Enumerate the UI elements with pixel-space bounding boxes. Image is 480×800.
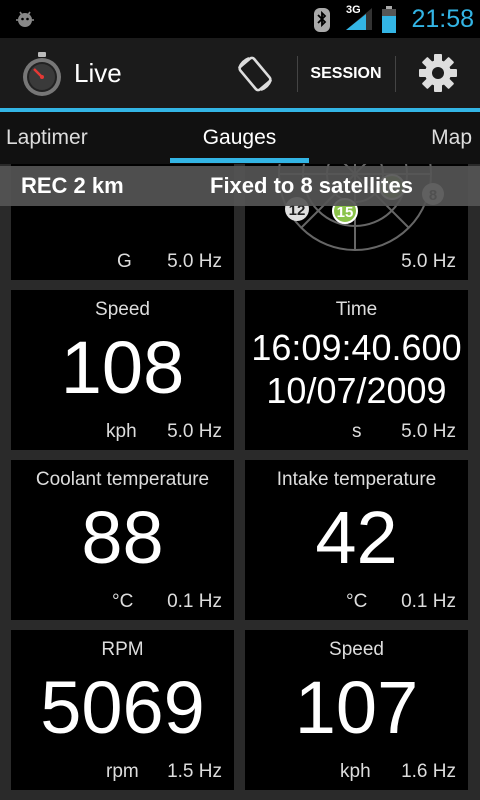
gauge-label: Time	[335, 299, 378, 320]
gauge-label: Speed	[95, 299, 150, 320]
session-button[interactable]: SESSION	[300, 56, 392, 92]
gauge-label: RPM	[101, 639, 144, 660]
recording-status-bar: REC 2 km Fixed to 8 satellites	[0, 166, 480, 206]
gauge-value: 42	[315, 496, 398, 579]
gauge-tile-speed[interactable]: Speed 108 kph 5.0 Hz	[11, 290, 234, 450]
gauge-tile-time[interactable]: Time 16:09:40.600 10/07/2009 s 5.0 Hz	[245, 290, 468, 450]
gauge-value: 107	[294, 666, 419, 749]
gauge-rate: 0.1 Hz	[401, 591, 456, 612]
gauge-label: Intake temperature	[276, 469, 437, 490]
signal-icon	[344, 6, 374, 37]
gauge-tile-intake-temperature[interactable]: Intake temperature 42 °C 0.1 Hz	[245, 460, 468, 620]
gauge-unit: kph	[106, 421, 137, 442]
gauge-time-value: 16:09:40.600	[251, 327, 462, 368]
action-divider	[395, 56, 396, 92]
gauge-unit: s	[352, 421, 362, 442]
gauge-unit: rpm	[106, 761, 139, 782]
rotate-screen-icon[interactable]	[235, 54, 275, 99]
gauge-rate: 1.5 Hz	[167, 761, 222, 782]
gauge-unit: °C	[346, 591, 368, 612]
gauge-rate: 5.0 Hz	[401, 251, 456, 272]
gauge-value: 5069	[40, 666, 205, 749]
satellite-label: 15	[337, 204, 354, 221]
gauge-value: 88	[81, 496, 164, 579]
battery-icon	[381, 6, 397, 39]
gauge-tile-speed-obd[interactable]: Speed 107 kph 1.6 Hz	[245, 630, 468, 790]
stopwatch-icon[interactable]	[20, 52, 64, 103]
action-divider	[297, 56, 298, 92]
gauge-rate: 5.0 Hz	[401, 421, 456, 442]
gps-fix-status: Fixed to 8 satellites	[210, 173, 413, 198]
android-debug-icon	[14, 8, 36, 35]
bluetooth-icon	[313, 7, 331, 38]
gauge-value: 108	[60, 326, 185, 409]
gauge-unit: G	[117, 251, 132, 272]
gauge-tile-rpm[interactable]: RPM 5069 rpm 1.5 Hz	[11, 630, 234, 790]
gauge-label: Speed	[329, 639, 384, 660]
status-bar: 3G 21:58	[0, 0, 480, 38]
gauge-tile-coolant-temperature[interactable]: Coolant temperature 88 °C 0.1 Hz	[11, 460, 234, 620]
active-tab-indicator	[170, 158, 309, 163]
gauge-date-value: 10/07/2009	[266, 370, 447, 411]
gauge-label: Coolant temperature	[35, 469, 210, 490]
status-clock: 21:58	[411, 5, 474, 33]
tab-map[interactable]: Map	[431, 112, 472, 164]
tab-strip: Laptimer Gauges Map	[0, 112, 480, 164]
settings-gear-icon[interactable]	[417, 52, 459, 99]
action-bar: Live SESSION	[0, 38, 480, 112]
gauge-rate: 5.0 Hz	[167, 251, 222, 272]
gauge-unit: °C	[112, 591, 134, 612]
gauge-rate: 1.6 Hz	[401, 761, 456, 782]
gauge-rate: 0.1 Hz	[167, 591, 222, 612]
recording-status: REC 2 km	[21, 173, 124, 198]
tab-gauges[interactable]: Gauges	[170, 112, 309, 164]
tab-laptimer[interactable]: Laptimer	[6, 112, 88, 164]
gauges-grid[interactable]: G 5.0 Hz 12 15 11	[0, 164, 480, 800]
app-title: Live	[74, 58, 122, 88]
gauge-unit: kph	[340, 761, 371, 782]
gauge-rate: 5.0 Hz	[167, 421, 222, 442]
